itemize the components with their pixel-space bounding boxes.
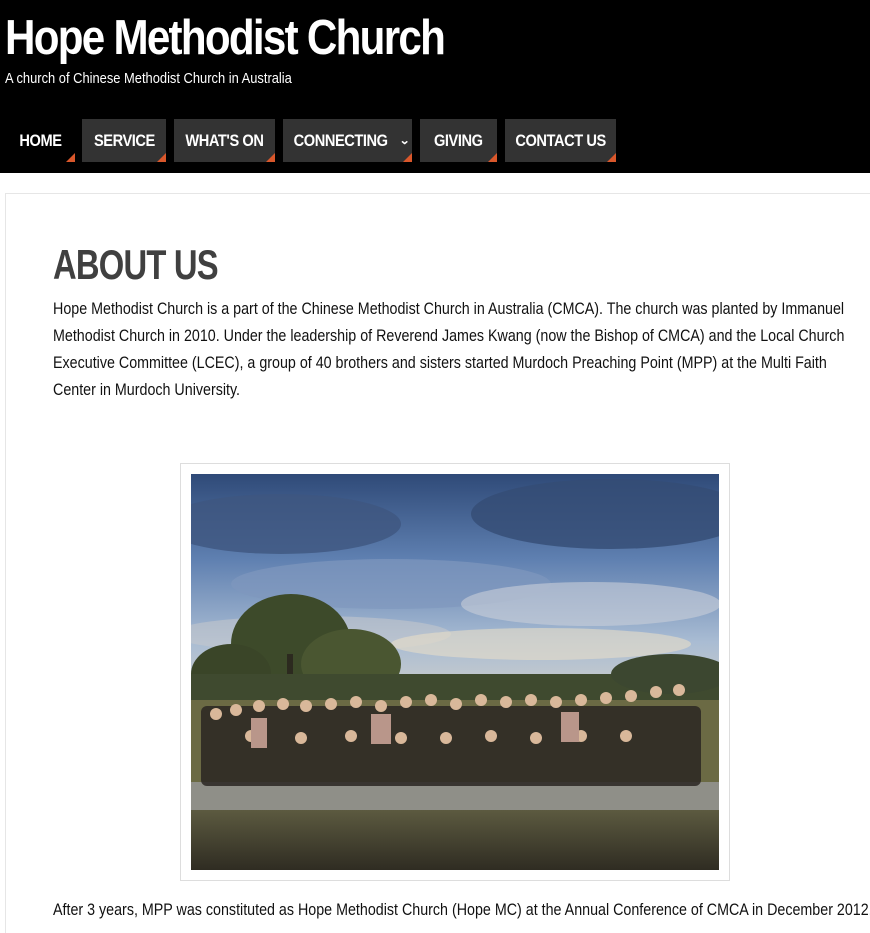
- page-title: ABOUT US: [53, 241, 219, 288]
- nav-item-label: CONNECTING: [293, 130, 388, 150]
- site-header: Hope Methodist Church A church of Chines…: [0, 0, 870, 173]
- nav-item-label: CONTACT US: [515, 130, 606, 150]
- nav-item-contact-us[interactable]: CONTACT US: [505, 119, 616, 162]
- nav-item-service[interactable]: SERVICE: [82, 119, 166, 162]
- intro-paragraph: Hope Methodist Church is a part of the C…: [53, 299, 845, 399]
- nav-item-home[interactable]: HOME: [5, 119, 75, 162]
- nav-item-label: WHAT'S ON: [185, 130, 264, 150]
- nav-item-whats-on[interactable]: WHAT'S ON: [174, 119, 275, 162]
- chevron-down-icon: ⌄: [399, 135, 410, 147]
- nav-item-giving[interactable]: GIVING: [420, 119, 497, 162]
- main-navigation: HOME SERVICE WHAT'S ON CONNECTING ⌄ GIVI…: [0, 119, 870, 162]
- site-tagline: A church of Chinese Methodist Church in …: [5, 70, 292, 87]
- history-paragraph: After 3 years, MPP was constituted as Ho…: [53, 900, 870, 919]
- nav-item-connecting[interactable]: CONNECTING ⌄: [283, 119, 412, 162]
- site-title[interactable]: Hope Methodist Church: [5, 10, 446, 66]
- nav-item-label: HOME: [18, 130, 62, 150]
- congregation-photo-frame: [180, 463, 730, 881]
- nav-item-label: GIVING: [434, 130, 483, 150]
- nav-item-label: SERVICE: [93, 130, 155, 150]
- photo-illustration: [191, 474, 719, 870]
- congregation-photo[interactable]: [191, 474, 719, 870]
